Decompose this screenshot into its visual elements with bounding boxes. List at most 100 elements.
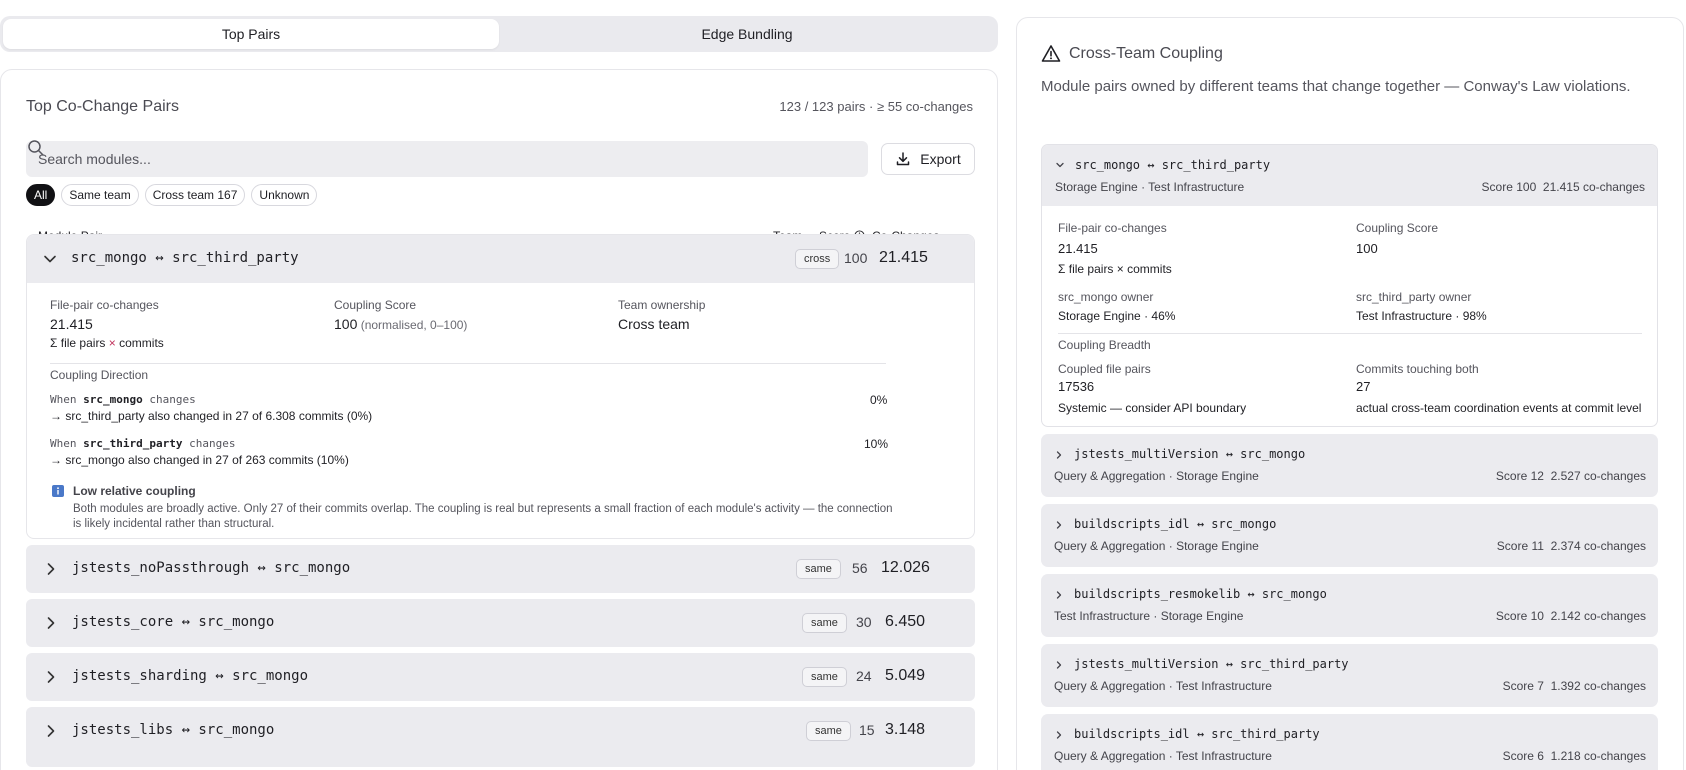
- cross-team-item[interactable]: buildscripts_idl ↔ src_third_party Query…: [1041, 714, 1658, 770]
- coupling-score-label: Coupling Score: [1356, 221, 1439, 235]
- chevron-right-icon[interactable]: [44, 724, 58, 738]
- formula-text-b: commits: [115, 336, 164, 350]
- filter-cross-team[interactable]: Cross team 167: [144, 184, 246, 206]
- divider: [1058, 333, 1642, 334]
- chevron-right-icon[interactable]: [1054, 520, 1064, 530]
- owner1-value: Storage Engine · 46%: [1058, 309, 1176, 323]
- info-square-icon: [52, 485, 64, 497]
- filter-chips: All Same team Cross team 167 Unknown: [26, 184, 318, 206]
- table-row[interactable]: jstests_sharding ↔ src_mongo same 24 5.0…: [26, 653, 975, 701]
- file-pair-label: File-pair co-changes: [1058, 221, 1167, 235]
- pair-name: src_mongo ↔ src_third_party: [71, 250, 299, 266]
- score-text: Score 7: [1502, 679, 1544, 693]
- direction-1-when: When src_mongo changes: [50, 393, 196, 406]
- cochanges-text: 2.374 co-changes: [1550, 539, 1646, 553]
- commits-value: 27: [1356, 379, 1371, 394]
- score-summary: Score 11 2.374 co-changes: [1497, 539, 1646, 553]
- panel-description: Module pairs owned by different teams th…: [1041, 78, 1631, 95]
- pair-name: buildscripts_resmokelib ↔ src_mongo: [1074, 587, 1327, 601]
- chevron-down-icon[interactable]: [1055, 160, 1065, 170]
- expanded-cross-team-card: src_mongo ↔ src_third_party Storage Engi…: [1041, 144, 1658, 427]
- team-names: Query & Aggregation · Storage Engine: [1054, 469, 1259, 483]
- team-badge: same: [796, 559, 841, 579]
- chevron-right-icon[interactable]: [1054, 450, 1064, 460]
- divider: [50, 363, 886, 364]
- chevron-right-icon[interactable]: [1054, 660, 1064, 670]
- score-summary: Score 6 1.218 co-changes: [1503, 749, 1646, 763]
- chevron-down-icon[interactable]: [43, 252, 57, 266]
- formula-times: ×: [108, 336, 116, 350]
- score-value: 15: [859, 722, 875, 738]
- coupling-score-value: 100: [334, 316, 358, 332]
- commits-label: Commits touching both: [1356, 362, 1479, 376]
- cross-team-item[interactable]: jstests_multiVersion ↔ src_mongo Query &…: [1041, 434, 1658, 497]
- score-text: Score 100: [1481, 180, 1537, 194]
- note-body: Both modules are broadly active. Only 27…: [73, 503, 893, 530]
- tab-top-pairs[interactable]: Top Pairs: [3, 19, 499, 49]
- score-text: Score 10: [1495, 609, 1544, 623]
- table-row[interactable]: jstests_libs ↔ src_mongo same 15 3.148: [26, 707, 975, 767]
- score-value: 24: [856, 668, 872, 684]
- coupling-score-value: 100: [1356, 241, 1378, 256]
- dir1-changes: changes: [142, 393, 196, 406]
- expanded-pair-row: src_mongo ↔ src_third_party cross 100 21…: [26, 234, 975, 539]
- ownership-value: Cross team: [618, 316, 690, 332]
- breadth-label: Coupling Breadth: [1058, 338, 1151, 352]
- cross-team-item[interactable]: buildscripts_resmokelib ↔ src_mongo Test…: [1041, 574, 1658, 637]
- table-row[interactable]: jstests_core ↔ src_mongo same 30 6.450: [26, 599, 975, 647]
- cochanges-value: 12.026: [881, 559, 930, 576]
- team-names: Query & Aggregation · Storage Engine: [1054, 539, 1259, 553]
- filter-same-team[interactable]: Same team: [61, 184, 139, 206]
- team-names: Query & Aggregation · Test Infrastructur…: [1054, 749, 1272, 763]
- chevron-right-icon[interactable]: [44, 562, 58, 576]
- chevron-right-icon[interactable]: [44, 670, 58, 684]
- coupling-score: 100 (normalised, 0–100): [334, 316, 467, 332]
- coupling-score-note: (normalised, 0–100): [357, 318, 468, 332]
- pairs-count: 123 / 123 pairs · ≥ 55 co-changes: [779, 99, 973, 114]
- expanded-row-header[interactable]: src_mongo ↔ src_third_party cross 100 21…: [27, 235, 974, 283]
- cross-team-item[interactable]: buildscripts_idl ↔ src_mongo Query & Agg…: [1041, 504, 1658, 567]
- score-value: 30: [856, 614, 872, 630]
- cochanges-text: 2.142 co-changes: [1550, 609, 1646, 623]
- dir1-module: src_mongo: [83, 393, 143, 406]
- direction-2-when: When src_third_party changes: [50, 437, 235, 450]
- file-pair-label: File-pair co-changes: [50, 298, 159, 312]
- cochanges-value: 21.415: [879, 249, 928, 266]
- direction-2-detail: → src_mongo also changed in 27 of 263 co…: [50, 453, 349, 467]
- search-input[interactable]: [38, 141, 858, 177]
- table-row[interactable]: jstests_noPassthrough ↔ src_mongo same 5…: [26, 545, 975, 593]
- dir1-when: When: [50, 393, 84, 406]
- chevron-right-icon[interactable]: [44, 616, 58, 630]
- search-box: [26, 140, 868, 177]
- cochanges-text: 2.527 co-changes: [1550, 469, 1646, 483]
- filter-unknown[interactable]: Unknown: [251, 184, 318, 206]
- cochanges-text: 1.218 co-changes: [1550, 749, 1646, 763]
- file-pair-formula: Σ file pairs × commits: [1058, 262, 1172, 276]
- tab-edge-bundling[interactable]: Edge Bundling: [499, 19, 995, 49]
- owner1-label: src_mongo owner: [1058, 290, 1154, 304]
- cochanges-value: 3.148: [885, 721, 926, 738]
- commits-note: actual cross-team coordination events at…: [1356, 401, 1642, 415]
- pair-name: src_mongo ↔ src_third_party: [1075, 158, 1271, 172]
- filter-all[interactable]: All: [26, 184, 56, 206]
- export-button[interactable]: Export: [881, 143, 975, 175]
- dir2-module: src_third_party: [83, 437, 183, 450]
- expanded-card-header[interactable]: src_mongo ↔ src_third_party Storage Engi…: [1042, 145, 1657, 206]
- coupling-score-label: Coupling Score: [334, 298, 417, 312]
- coupled-pairs-value: 17536: [1058, 379, 1095, 394]
- file-pair-formula: Σ file pairs × commits: [50, 336, 164, 350]
- coupled-pairs-note: Systemic — consider API boundary: [1058, 401, 1247, 415]
- file-pair-value: 21.415: [50, 316, 93, 332]
- pair-name: jstests_multiVersion ↔ src_third_party: [1074, 657, 1349, 671]
- chevron-right-icon[interactable]: [1054, 590, 1064, 600]
- pair-name: jstests_multiVersion ↔ src_mongo: [1074, 447, 1306, 461]
- note-title: Low relative coupling: [73, 484, 196, 498]
- score-text: Score 11: [1496, 539, 1544, 553]
- view-tabs: Top Pairs Edge Bundling: [0, 16, 998, 52]
- chevron-right-icon[interactable]: [1054, 730, 1064, 740]
- cross-team-item[interactable]: jstests_multiVersion ↔ src_third_party Q…: [1041, 644, 1658, 707]
- team-names: Storage Engine · Test Infrastructure: [1055, 180, 1245, 194]
- warning-icon: [1041, 45, 1061, 62]
- direction-1-detail: → src_third_party also changed in 27 of …: [50, 409, 373, 423]
- team-badge: same: [802, 667, 847, 687]
